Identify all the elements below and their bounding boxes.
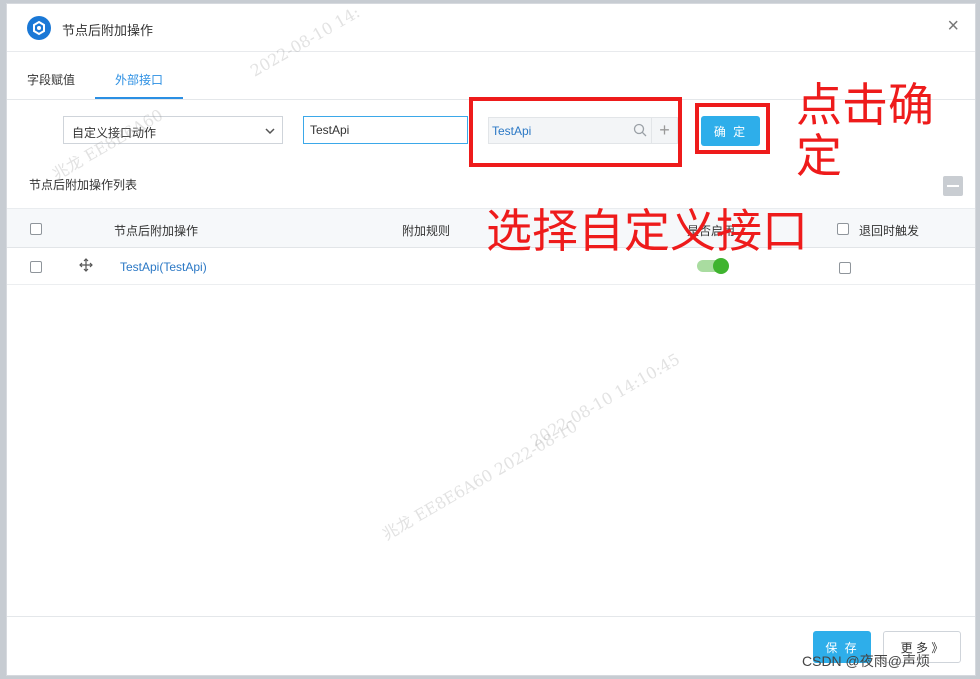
list-title: 节点后附加操作列表 xyxy=(29,178,138,192)
column-header-enabled: 是否启用 xyxy=(687,224,736,238)
table-header: 节点后附加操作 附加规则 是否启用 退回时触发 xyxy=(7,208,975,248)
search-icon[interactable] xyxy=(633,123,647,137)
watermark: 兆龙 EE8E6A60 2022-08-10 xyxy=(379,416,581,544)
column-header-rule: 附加规则 xyxy=(402,224,451,238)
credit-watermark: CSDN @夜雨@声烦 xyxy=(802,653,930,669)
minus-icon[interactable] xyxy=(943,176,963,196)
column-header-operation: 节点后附加操作 xyxy=(114,224,199,238)
interface-search-field[interactable]: TestApi xyxy=(488,117,652,144)
tab-bar: 字段赋值 外部接口 xyxy=(7,56,975,100)
enabled-toggle[interactable] xyxy=(697,258,729,274)
action-type-select[interactable]: 自定义接口动作 xyxy=(63,116,283,144)
row-select-checkbox[interactable] xyxy=(30,261,42,273)
table-row: TestApi(TestApi) xyxy=(7,248,975,285)
column-header-trigger-on-return: 退回时触发 xyxy=(859,224,920,238)
dialog-header: 节点后附加操作 × xyxy=(7,4,975,52)
active-tab-indicator xyxy=(95,97,183,99)
name-input[interactable] xyxy=(303,116,468,144)
action-type-value: 自定义接口动作 xyxy=(72,126,157,140)
drag-handle-icon[interactable] xyxy=(79,258,93,272)
watermark: 2022-08-10 14:10:45 xyxy=(527,349,684,451)
logo-icon xyxy=(27,16,51,40)
trigger-on-return-header-checkbox[interactable] xyxy=(837,223,849,235)
chevron-down-icon xyxy=(265,128,275,135)
dialog: 节点后附加操作 × 字段赋值 外部接口 自定义接口动作 TestApi + 确 … xyxy=(6,2,976,676)
plus-icon[interactable]: + xyxy=(652,117,678,144)
footer-divider xyxy=(7,616,975,617)
confirm-button[interactable]: 确 定 xyxy=(701,116,760,146)
select-all-checkbox[interactable] xyxy=(30,223,42,235)
trigger-on-return-checkbox[interactable] xyxy=(839,262,851,274)
tab-external-interface[interactable]: 外部接口 xyxy=(115,71,163,88)
close-icon[interactable]: × xyxy=(947,16,959,36)
operation-link[interactable]: TestApi(TestApi) xyxy=(120,260,207,274)
tab-field-assignment[interactable]: 字段赋值 xyxy=(27,71,75,88)
interface-search-value: TestApi xyxy=(492,124,532,138)
dialog-title: 节点后附加操作 xyxy=(62,23,154,38)
